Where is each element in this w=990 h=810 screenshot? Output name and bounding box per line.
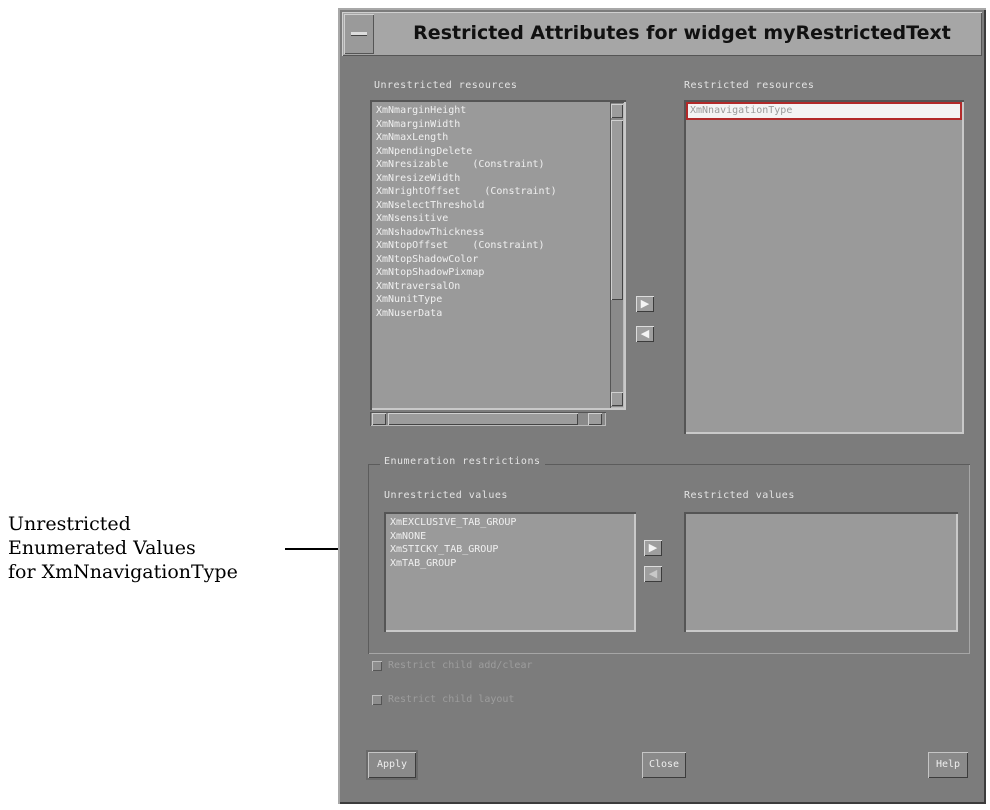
unrestricted-resources-vscrollbar[interactable] — [610, 102, 624, 408]
restrict-child-layout-checkbox[interactable] — [372, 694, 382, 705]
restrict-child-add-option[interactable]: Restrict child add/clear — [372, 660, 533, 671]
unrestricted-resource-item[interactable]: XmNtopShadowPixmap — [370, 266, 610, 280]
restricted-resource-item[interactable]: XmNnavigationType — [686, 102, 962, 120]
restrict-child-add-checkbox[interactable] — [372, 660, 382, 671]
unrestricted-resource-item[interactable]: XmNselectThreshold — [370, 199, 610, 213]
unrestricted-resource-item[interactable]: XmNrightOffset (Constraint) — [370, 185, 610, 199]
window-menu-button[interactable] — [344, 14, 374, 54]
unrestricted-resource-item[interactable]: XmNmarginWidth — [370, 118, 610, 132]
unrestricted-value-item[interactable]: XmTAB_GROUP — [384, 557, 636, 571]
unrestricted-resource-item[interactable]: XmNresizeWidth — [370, 172, 610, 186]
apply-button[interactable]: Apply — [368, 752, 416, 778]
restricted-values-list[interactable] — [684, 512, 958, 632]
title-bar[interactable]: Restricted Attributes for widget myRestr… — [342, 12, 982, 56]
help-button[interactable]: Help — [928, 752, 968, 778]
annotation-line: for XmNnavigationType — [8, 561, 238, 583]
scroll-up-arrow-icon[interactable] — [611, 104, 623, 118]
window-title: Restricted Attributes for widget myRestr… — [413, 22, 951, 44]
unrestricted-resource-item[interactable]: XmNuserData — [370, 307, 610, 321]
remove-restriction-button[interactable]: ◀ — [636, 326, 654, 342]
restrict-child-layout-option[interactable]: Restrict child layout — [372, 694, 514, 705]
unrestricted-value-item[interactable]: XmEXCLUSIVE_TAB_GROUP — [384, 516, 636, 530]
unrestricted-resources-list[interactable]: XmNmarginHeight XmNmarginWidth XmNmaxLengt… — [370, 100, 626, 410]
annotation-line: Enumerated Values — [8, 537, 196, 559]
unrestricted-resources-label: Unrestricted resources — [374, 80, 518, 91]
hscroll-thumb[interactable] — [388, 413, 578, 425]
unrestricted-resource-item[interactable]: XmNpendingDelete — [370, 145, 610, 159]
add-restriction-button[interactable]: ▶ — [636, 296, 654, 312]
restrict-child-layout-label: Restrict child layout — [388, 694, 515, 705]
unrestricted-resource-item[interactable]: XmNsensitive — [370, 212, 610, 226]
unrestricted-resource-item[interactable]: XmNunitType — [370, 293, 610, 307]
restricted-values-label: Restricted values — [684, 490, 795, 501]
unrestricted-resource-item[interactable]: XmNtraversalOn — [370, 280, 610, 294]
unrestricted-resources-items: XmNmarginHeight XmNmarginWidth XmNmaxLengt… — [370, 100, 610, 320]
remove-value-restriction-button[interactable]: ◀ — [644, 566, 662, 582]
scroll-right-arrow-icon[interactable] — [588, 413, 602, 425]
add-value-restriction-button[interactable]: ▶ — [644, 540, 662, 556]
close-button[interactable]: Close — [642, 752, 686, 778]
unrestricted-values-items: XmEXCLUSIVE_TAB_GROUP XmNONE XmSTICKY_TAB_… — [384, 512, 636, 570]
scroll-down-arrow-icon[interactable] — [611, 392, 623, 406]
unrestricted-value-item[interactable]: XmSTICKY_TAB_GROUP — [384, 543, 636, 557]
restricted-resources-list[interactable]: XmNnavigationType — [684, 100, 964, 434]
unrestricted-resource-item[interactable]: XmNshadowThickness — [370, 226, 610, 240]
scroll-left-arrow-icon[interactable] — [372, 413, 386, 425]
restricted-resources-label: Restricted resources — [684, 80, 815, 91]
unrestricted-resource-item[interactable]: XmNmaxLength — [370, 131, 610, 145]
unrestricted-resources-hscrollbar[interactable] — [370, 412, 606, 426]
unrestricted-values-list[interactable]: XmEXCLUSIVE_TAB_GROUP XmNONE XmSTICKY_TAB_… — [384, 512, 636, 632]
window-menu-icon — [351, 32, 367, 35]
unrestricted-value-item[interactable]: XmNONE — [384, 530, 636, 544]
unrestricted-resource-item[interactable]: XmNtopShadowColor — [370, 253, 610, 267]
restrict-child-add-label: Restrict child add/clear — [388, 660, 533, 671]
enumeration-restrictions-label: Enumeration restrictions — [380, 456, 545, 467]
unrestricted-values-label: Unrestricted values — [384, 490, 508, 501]
annotation-callout: Unrestricted Enumerated Values for XmNna… — [8, 512, 298, 584]
restricted-attributes-dialog: Restricted Attributes for widget myRestr… — [338, 8, 986, 804]
annotation-line: Unrestricted — [8, 513, 131, 535]
unrestricted-resource-item[interactable]: XmNresizable (Constraint) — [370, 158, 610, 172]
unrestricted-resource-item[interactable]: XmNmarginHeight — [370, 104, 610, 118]
scroll-thumb[interactable] — [611, 120, 623, 300]
unrestricted-resource-item[interactable]: XmNtopOffset (Constraint) — [370, 239, 610, 253]
